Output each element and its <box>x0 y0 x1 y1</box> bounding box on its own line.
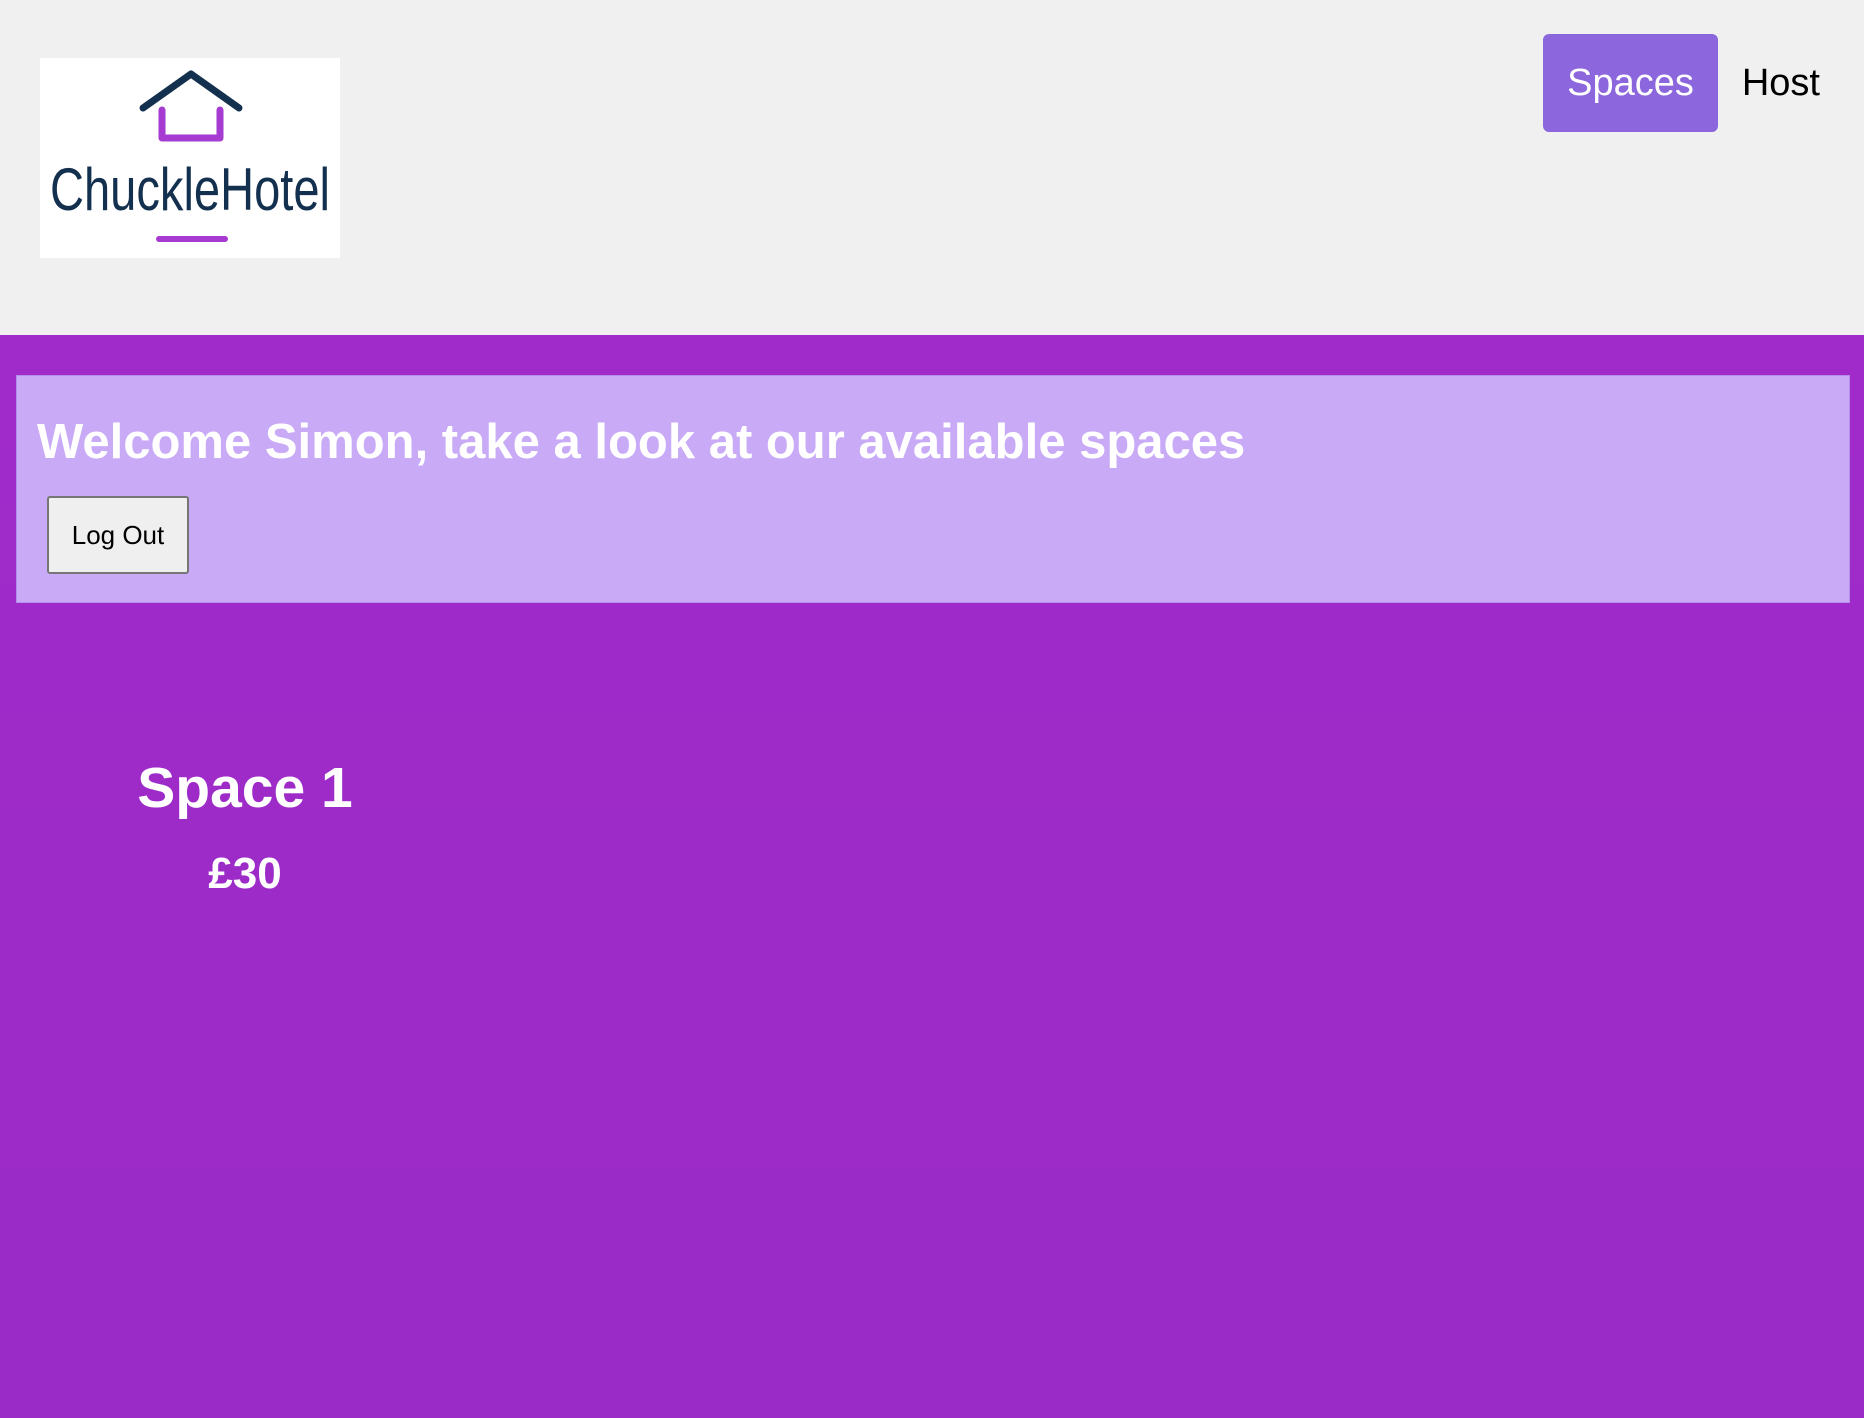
chucklehotel-logo[interactable]: ChuckleHotel <box>40 58 340 258</box>
nav-spaces-link[interactable]: Spaces <box>1543 34 1718 132</box>
site-header: ChuckleHotel Spaces Host <box>0 0 1864 335</box>
space-name[interactable]: Space 1 <box>125 755 365 821</box>
nav-host-link[interactable]: Host <box>1718 34 1844 132</box>
main-nav: Spaces Host <box>1543 34 1844 132</box>
logo-text: ChuckleHotel <box>50 156 330 223</box>
welcome-panel: Welcome Simon, take a look at our availa… <box>16 375 1850 603</box>
log-out-button[interactable]: Log Out <box>47 496 189 574</box>
main-content: Welcome Simon, take a look at our availa… <box>0 335 1864 1418</box>
space-price: £30 <box>208 849 282 898</box>
welcome-heading: Welcome Simon, take a look at our availa… <box>37 415 1246 469</box>
space-card[interactable]: Space 1 £30 <box>125 755 365 899</box>
house-logo-icon: ChuckleHotel <box>50 70 330 242</box>
